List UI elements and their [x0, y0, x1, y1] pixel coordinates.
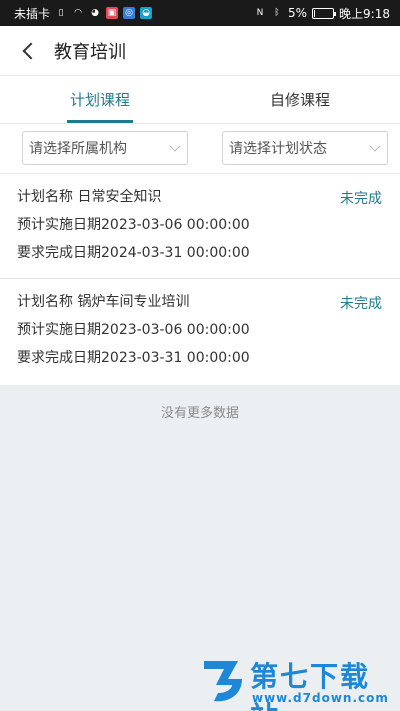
status-badge: 未完成 — [340, 296, 382, 312]
app-notification-icon: ▣ — [106, 7, 119, 19]
status-badge: 未完成 — [340, 191, 382, 207]
plan-due-date: 要求完成日期2023-03-31 00:00:00 — [17, 350, 250, 366]
nfc-icon: N — [256, 8, 264, 18]
list-item[interactable]: 计划名称 锅炉车间专业培训 预计实施日期2023-03-06 00:00:00 … — [0, 279, 400, 385]
plan-planned-date: 预计实施日期2023-03-06 00:00:00 — [17, 322, 250, 338]
tab-bar: 计划课程 自修课程 — [0, 76, 400, 124]
carrier-text: 未插卡 — [14, 6, 51, 21]
tab-self-study-courses[interactable]: 自修课程 — [200, 76, 400, 123]
message-notification-icon: ◒ — [140, 7, 153, 19]
plan-planned-date: 预计实施日期2023-03-06 00:00:00 — [17, 217, 250, 233]
battery-fill — [314, 9, 316, 17]
chevron-left-icon — [22, 42, 40, 59]
plan-due-date: 要求完成日期2024-03-31 00:00:00 — [17, 245, 250, 261]
wifi-icon: ◠ — [74, 8, 82, 18]
status-right: N ᛒ 5% 晚上9:18 — [254, 5, 390, 22]
clock: 晚上9:18 — [339, 6, 390, 21]
org-select-placeholder: 请选择所属机构 — [29, 141, 127, 157]
org-select[interactable]: 请选择所属机构 — [22, 131, 188, 165]
plan-name: 计划名称 锅炉车间专业培训 — [17, 294, 190, 310]
app-header: 教育培训 — [0, 26, 400, 76]
plan-name: 计划名称 日常安全知识 — [17, 189, 162, 205]
chevron-down-icon — [169, 140, 181, 152]
status-select-placeholder: 请选择计划状态 — [229, 141, 327, 157]
bluetooth-icon: ᛒ — [274, 8, 280, 18]
watermark: 第七下载站 www.d7down.com — [198, 651, 394, 711]
watermark-url: www.d7down.com — [252, 691, 389, 705]
list-item[interactable]: 计划名称 日常安全知识 预计实施日期2023-03-06 00:00:00 要求… — [0, 174, 400, 279]
status-bar: 未插卡 ▯ ◠ ◕ ▣ ◎ ◒ N ᛒ 5% 晚上9:18 — [0, 0, 400, 26]
chevron-down-icon — [369, 140, 381, 152]
status-left: 未插卡 ▯ ◠ ◕ ▣ ◎ ◒ — [14, 5, 153, 22]
watermark-logo-icon — [204, 661, 242, 702]
browser-notification-icon: ◎ — [123, 7, 136, 19]
battery-icon — [312, 7, 337, 19]
page-title: 教育培训 — [54, 41, 126, 63]
filter-bar: 请选择所属机构 请选择计划状态 — [0, 124, 400, 174]
back-button[interactable] — [8, 26, 48, 76]
wechat-icon: ◕ — [91, 8, 99, 18]
tab-planned-courses[interactable]: 计划课程 — [0, 76, 200, 123]
status-select[interactable]: 请选择计划状态 — [222, 131, 388, 165]
battery-percent: 5% — [288, 6, 308, 20]
sim-icon: ▯ — [58, 8, 64, 18]
plan-list: 计划名称 日常安全知识 预计实施日期2023-03-06 00:00:00 要求… — [0, 174, 400, 385]
list-end-message: 没有更多数据 — [160, 405, 239, 421]
